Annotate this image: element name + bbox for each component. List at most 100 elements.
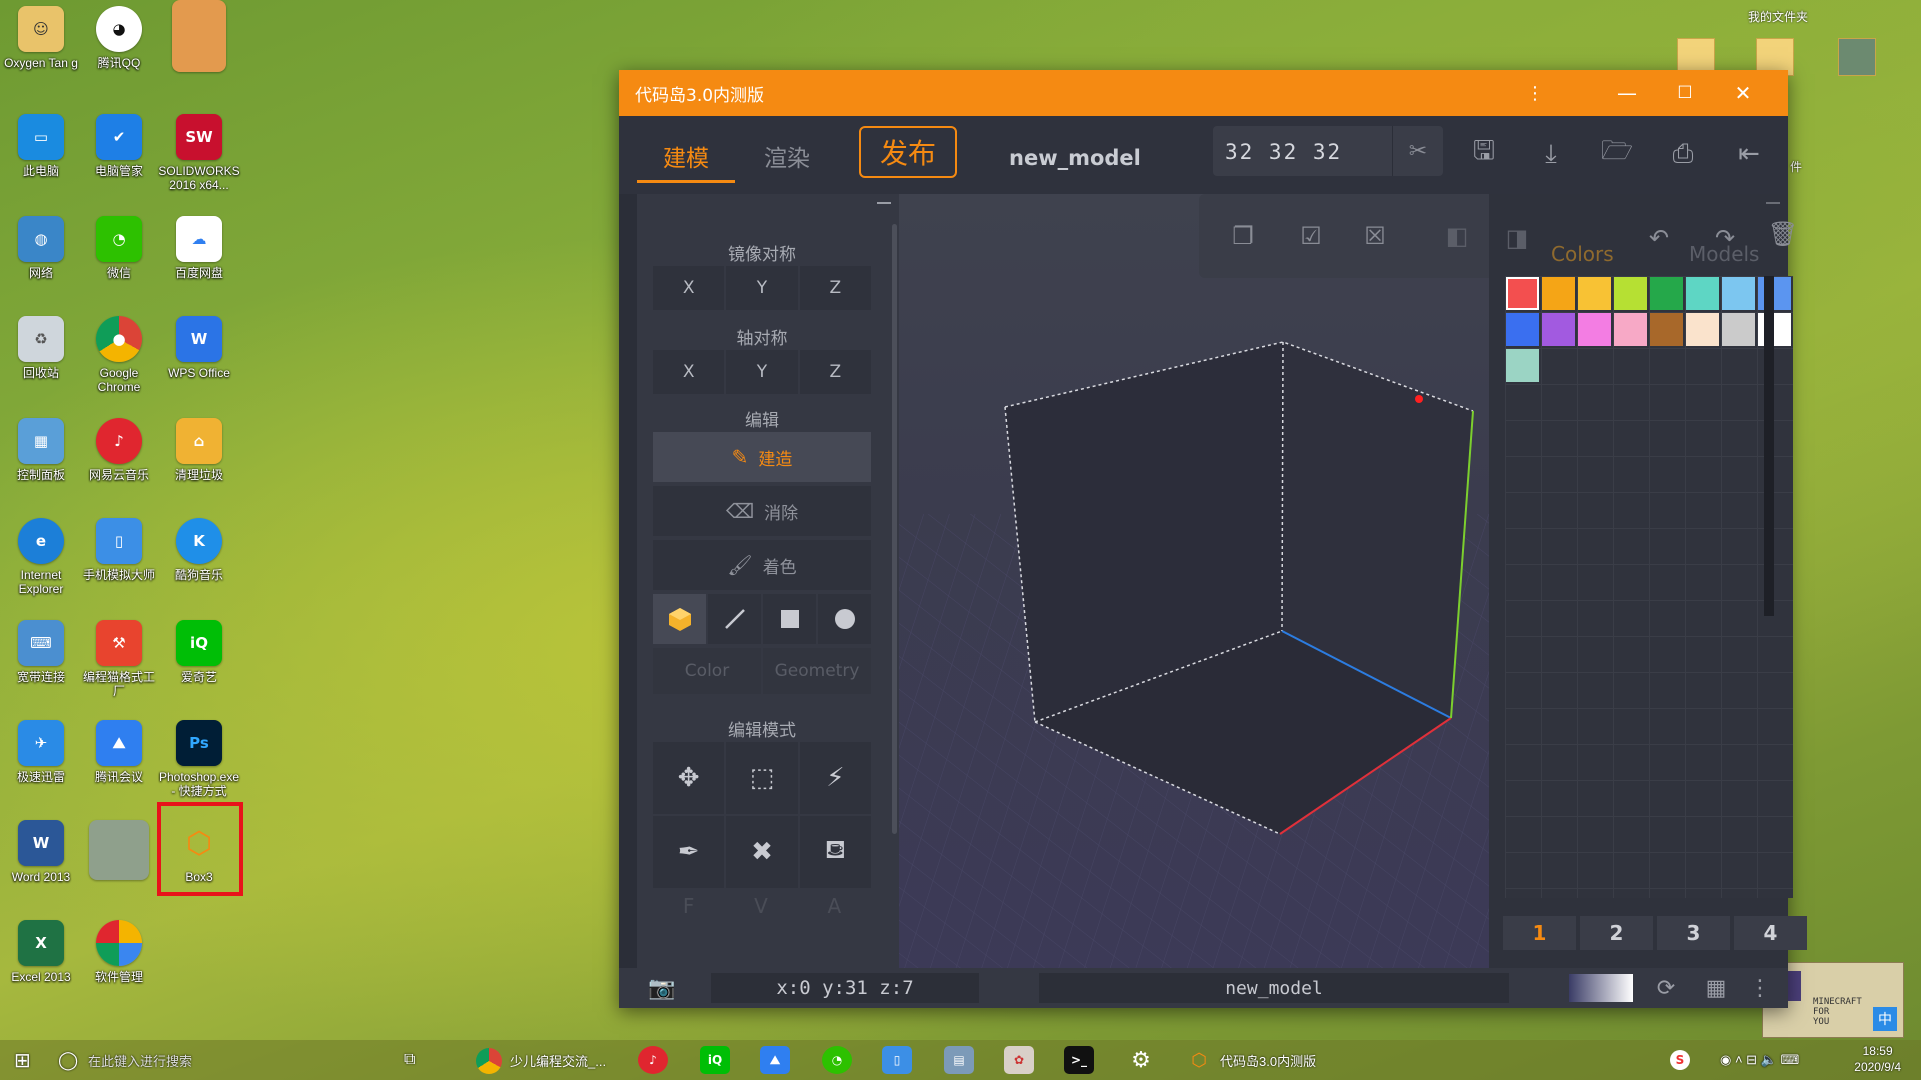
desktop-icon-oxygen[interactable]: ☺ Oxygen Tan g (0, 0, 82, 70)
desktop-icon-software-manager[interactable]: 软件管理 (78, 914, 160, 984)
desktop-icon-baidu-pan[interactable]: ☁ 百度网盘 (158, 210, 240, 280)
eyedropper-icon[interactable]: ✒ (653, 816, 725, 888)
taskbar-iqiyi-icon[interactable]: iQ (700, 1046, 730, 1074)
tray-icons[interactable]: ◉ ˄ ⊟ 🔈 ⌨ (1720, 1044, 1799, 1076)
axis-y-button[interactable]: Y (726, 350, 798, 394)
color-swatch[interactable] (1506, 349, 1539, 382)
close-button[interactable]: ✕ (1720, 70, 1766, 116)
f-button[interactable]: F (683, 894, 695, 918)
erase-button[interactable]: ⌫ 消除 (653, 486, 871, 536)
page-button-4[interactable]: 4 (1734, 916, 1807, 950)
color-swatch[interactable] (1578, 277, 1611, 310)
desktop-icon-network[interactable]: ◍ 网络 (0, 210, 82, 280)
square-shape-button[interactable] (763, 594, 816, 644)
clear-selection-icon[interactable]: ☒ (1355, 216, 1395, 256)
taskbar-calculator-icon[interactable]: ▤ (944, 1046, 974, 1074)
desktop-icon-blurred-top[interactable] (158, 0, 240, 76)
stack-icon[interactable]: ◨ (1497, 218, 1537, 258)
taskbar-terminal-icon[interactable]: >_ (1064, 1046, 1094, 1074)
taskbar-paint-icon[interactable]: ✿ (1004, 1046, 1034, 1074)
tab-render[interactable]: 渲染 (737, 132, 837, 180)
delete-cross-icon[interactable]: ✖ (726, 816, 798, 888)
grid-toggle-icon[interactable]: ▦ (1701, 974, 1731, 1002)
color-swatch[interactable] (1506, 277, 1539, 310)
desktop-icon-netease-music[interactable]: ♪ 网易云音乐 (78, 412, 160, 482)
line-shape-button[interactable] (708, 594, 761, 644)
taskbar-meeting-icon[interactable]: ⛰ (760, 1046, 790, 1074)
desktop-icon-broadband[interactable]: ⌨ 宽带连接 (0, 614, 82, 684)
geometry-subtab[interactable]: Geometry (763, 648, 871, 694)
color-swatch[interactable] (1542, 313, 1575, 346)
layer-icon[interactable]: ◧ (1437, 216, 1477, 256)
color-swatch[interactable] (1578, 313, 1611, 346)
axis-x-button[interactable]: X (653, 350, 725, 394)
desktop-icon-recycle-bin[interactable]: ♻ 回收站 (0, 310, 82, 380)
more-menu-icon[interactable]: ⋮ (1512, 70, 1558, 116)
folder-icon[interactable] (1838, 38, 1876, 76)
a-button[interactable]: A (827, 894, 841, 918)
desktop-icon-xunlei[interactable]: ✈ 极速迅雷 (0, 714, 82, 784)
cube-shape-button[interactable] (653, 594, 706, 644)
color-swatch[interactable] (1722, 313, 1755, 346)
left-panel-scrollbar[interactable] (892, 224, 897, 834)
color-swatch[interactable] (1506, 313, 1539, 346)
taskbar-chrome-icon[interactable] (476, 1048, 502, 1074)
minimize-button[interactable]: — (1604, 70, 1650, 116)
paint-button[interactable]: 🖌 着色 (653, 540, 871, 590)
collapse-icon[interactable] (1766, 202, 1780, 204)
page-button-2[interactable]: 2 (1580, 916, 1653, 950)
circle-shape-button[interactable] (818, 594, 871, 644)
taskbar-chrome-label[interactable]: 少儿编程交流_... (510, 1044, 606, 1076)
desktop-icon-photoshop[interactable]: Ps Photoshop.exe - 快捷方式 (158, 714, 240, 798)
more-grid-icon[interactable]: ⋮ (1745, 974, 1775, 1002)
background-gradient-swatch[interactable] (1569, 974, 1633, 1002)
download-icon[interactable]: ⤓ (1531, 134, 1571, 174)
taskbar-clock[interactable]: 18:59 2020/9/4 (1854, 1043, 1901, 1075)
taskbar-wechat-icon[interactable]: ◔ (822, 1046, 852, 1074)
color-subtab[interactable]: Color (653, 648, 761, 694)
titlebar[interactable]: 代码岛3.0内测版 ⋮ — ☐ ✕ (619, 70, 1788, 116)
taskbar-box3-icon[interactable]: ⬡ (1184, 1046, 1214, 1074)
desktop-icon-phone-sim[interactable]: ▯ 手机模拟大师 (78, 512, 160, 582)
color-swatch[interactable] (1686, 313, 1719, 346)
reset-view-icon[interactable]: ⟳ (1651, 974, 1681, 1002)
palette-scrollbar[interactable] (1764, 276, 1774, 616)
page-button-1[interactable]: 1 (1503, 916, 1576, 950)
color-swatch[interactable] (1650, 313, 1683, 346)
scissors-icon[interactable]: ✂ (1392, 126, 1443, 176)
camera-icon[interactable]: 📷 (647, 974, 677, 1002)
taskbar-music-icon[interactable]: ♪ (638, 1046, 668, 1074)
color-swatch[interactable] (1614, 313, 1647, 346)
open-folder-icon[interactable]: 🗁 (1597, 134, 1637, 174)
color-swatch[interactable] (1542, 277, 1575, 310)
color-swatch[interactable] (1614, 277, 1647, 310)
tab-modeling[interactable]: 建模 (637, 132, 735, 183)
desktop-icon-chrome[interactable]: ● Google Chrome (78, 310, 160, 394)
desktop-icon-ie[interactable]: e Internet Explorer (0, 512, 82, 596)
taskbar-settings-icon[interactable]: ⚙ (1126, 1046, 1156, 1074)
desktop-icon-blurred[interactable] (78, 814, 160, 884)
exit-icon[interactable]: ⇤ (1729, 134, 1769, 174)
desktop-icon-this-pc[interactable]: ▭ 此电脑 (0, 108, 82, 178)
color-swatch[interactable] (1758, 277, 1791, 310)
mirror-z-button[interactable]: Z (799, 266, 871, 310)
desktop-icon-cleaner[interactable]: ⌂ 清理垃圾 (158, 412, 240, 482)
magic-wand-icon[interactable]: ⚡ (799, 742, 871, 814)
desktop-icon-control-panel[interactable]: ▦ 控制面板 (0, 412, 82, 482)
task-view-icon[interactable]: ⧉ (404, 1044, 415, 1076)
desktop-icon-kugou[interactable]: K 酷狗音乐 (158, 512, 240, 582)
select-box-icon[interactable]: ⬚ (726, 742, 798, 814)
collapse-icon[interactable] (877, 202, 891, 204)
desktop-icon-pc-manager[interactable]: ✔ 电脑管家 (78, 108, 160, 178)
tray-sogou-icon[interactable]: S (1670, 1050, 1690, 1070)
colors-tab[interactable]: Colors (1551, 242, 1614, 266)
fill-bucket-icon[interactable]: ⛾ (799, 816, 871, 888)
dimensions-field[interactable]: 32 32 32 ✂ (1213, 126, 1443, 176)
windows-start-icon[interactable]: ⊞ (14, 1044, 31, 1076)
v-button[interactable]: V (754, 894, 768, 918)
maximize-button[interactable]: ☐ (1662, 70, 1708, 116)
desktop-icon-solidworks[interactable]: SW SOLIDWORKS 2016 x64... (158, 108, 240, 192)
desktop-icon-qq[interactable]: ◕ 腾讯QQ (78, 0, 160, 70)
print-icon[interactable]: ⎙ (1663, 134, 1703, 174)
taskbar-search-input[interactable]: 在此键入进行搜索 (88, 1044, 192, 1076)
